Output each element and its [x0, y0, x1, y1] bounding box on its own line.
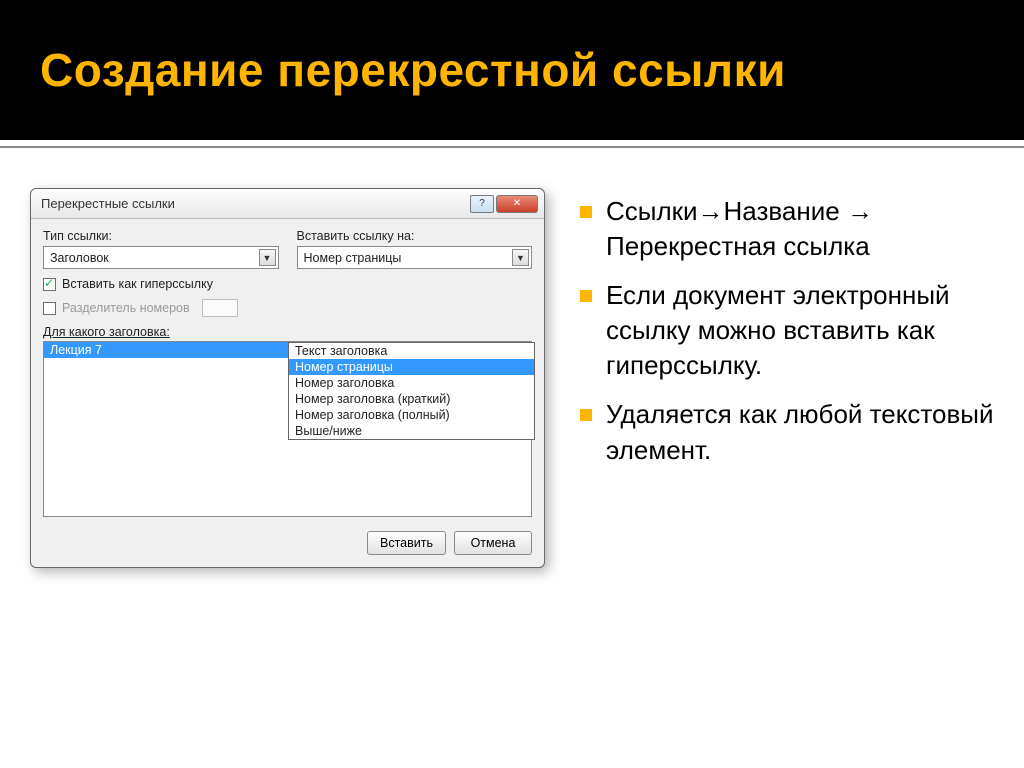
insert-ref-value: Номер страницы [304, 251, 402, 265]
dialog-title-text: Перекрестные ссылки [41, 196, 175, 211]
list-item: Удаляется как любой текстовый элемент. [580, 397, 1004, 467]
slide-title: Создание перекрестной ссылки [40, 43, 786, 97]
insert-ref-combo[interactable]: Номер страницы ▼ [297, 246, 533, 269]
chevron-down-icon: ▼ [512, 249, 529, 266]
chevron-down-icon: ▼ [259, 249, 276, 266]
list-item: Ссылки→Название → Перекрестная ссылка [580, 194, 1004, 264]
dropdown-option[interactable]: Выше/ниже [289, 423, 534, 439]
insert-as-hyperlink-label: Вставить как гиперссылку [62, 277, 213, 291]
dropdown-option[interactable]: Текст заголовка [289, 343, 534, 359]
dialog-titlebar: Перекрестные ссылки ? ✕ [31, 189, 544, 219]
slide-title-bar: Создание перекрестной ссылки [0, 0, 1024, 140]
separator-label: Разделитель номеров [62, 301, 190, 315]
dialog-body: Тип ссылки: Заголовок ▼ Вставить как гип… [31, 219, 544, 525]
insert-ref-label: Вставить ссылку на: [297, 229, 533, 243]
cancel-button[interactable]: Отмена [454, 531, 532, 555]
bullet-icon [580, 290, 592, 302]
separator-input [202, 299, 238, 317]
dropdown-option[interactable]: Номер заголовка (краткий) [289, 391, 534, 407]
close-button[interactable]: ✕ [496, 195, 538, 213]
bullet-list: Ссылки→Название → Перекрестная ссылка Ес… [580, 188, 1004, 568]
insert-as-hyperlink-row[interactable]: Вставить как гиперссылку [43, 277, 279, 291]
dialog-buttons: Вставить Отмена [31, 525, 544, 567]
list-item: Если документ электронный ссылку можно в… [580, 278, 1004, 383]
insert-as-hyperlink-checkbox[interactable] [43, 278, 56, 291]
dropdown-option[interactable]: Номер заголовка (полный) [289, 407, 534, 423]
content-area: Перекрестные ссылки ? ✕ Тип ссылки: Заго… [0, 148, 1024, 568]
heading-list[interactable]: Лекция 7 Текст заголовка Номер страницы … [43, 341, 532, 517]
dropdown-option[interactable]: Номер страницы [289, 359, 534, 375]
link-type-value: Заголовок [50, 251, 109, 265]
separator-row: Разделитель номеров [43, 299, 279, 317]
bullet-text: Удаляется как любой текстовый элемент. [606, 397, 1004, 467]
dialog-screenshot: Перекрестные ссылки ? ✕ Тип ссылки: Заго… [30, 188, 550, 568]
insert-ref-dropdown[interactable]: Текст заголовка Номер страницы Номер заг… [288, 342, 535, 440]
link-type-combo[interactable]: Заголовок ▼ [43, 246, 279, 269]
cross-reference-dialog: Перекрестные ссылки ? ✕ Тип ссылки: Заго… [30, 188, 545, 568]
bullet-icon [580, 409, 592, 421]
bullet-text: Если документ электронный ссылку можно в… [606, 278, 1004, 383]
bullet-text: Ссылки→Название → Перекрестная ссылка [606, 194, 1004, 264]
insert-button[interactable]: Вставить [367, 531, 446, 555]
separator-checkbox [43, 302, 56, 315]
link-type-label: Тип ссылки: [43, 229, 279, 243]
dropdown-option[interactable]: Номер заголовка [289, 375, 534, 391]
bullet-icon [580, 206, 592, 218]
help-button[interactable]: ? [470, 195, 494, 213]
for-heading-label: Для какого заголовка: [43, 325, 532, 339]
